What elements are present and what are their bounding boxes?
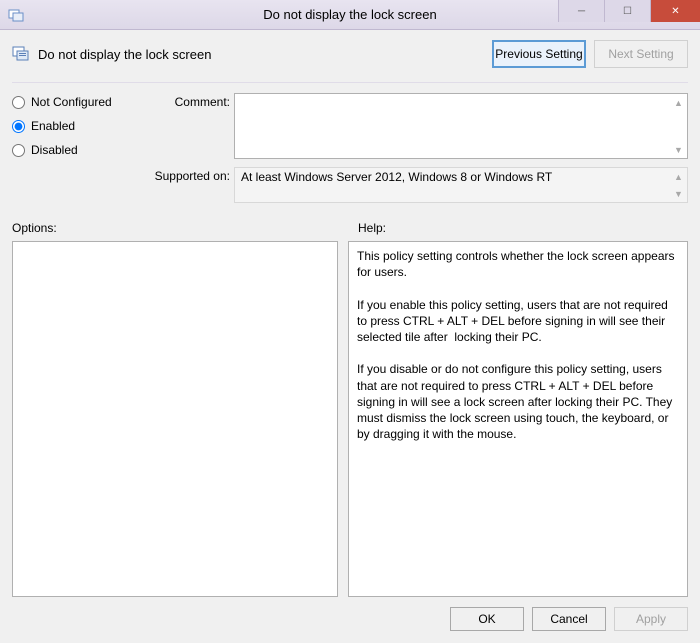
radio-enabled-input[interactable] xyxy=(12,120,25,133)
options-pane xyxy=(12,241,338,597)
radio-not-configured[interactable]: Not Configured xyxy=(12,95,130,109)
divider xyxy=(12,82,688,83)
help-text: This policy setting controls whether the… xyxy=(357,249,678,441)
titlebar: Do not display the lock screen ─ ☐ ✕ xyxy=(0,0,700,30)
window-controls: ─ ☐ ✕ xyxy=(558,0,700,29)
radio-enabled[interactable]: Enabled xyxy=(12,119,130,133)
policy-icon xyxy=(12,45,30,63)
radio-group: Not Configured Enabled Disabled xyxy=(12,93,130,203)
previous-setting-button[interactable]: Previous Setting xyxy=(492,40,586,68)
close-button[interactable]: ✕ xyxy=(650,0,700,22)
scroll-up-icon[interactable]: ▲ xyxy=(672,96,685,109)
scroll-down-icon[interactable]: ▼ xyxy=(672,143,685,156)
comment-label: Comment: xyxy=(146,93,230,109)
gpo-icon xyxy=(8,7,24,23)
supported-on-text: At least Windows Server 2012, Windows 8 … xyxy=(241,170,552,184)
radio-label: Disabled xyxy=(31,143,78,157)
radio-disabled-input[interactable] xyxy=(12,144,25,157)
help-label: Help: xyxy=(358,221,386,235)
page-title: Do not display the lock screen xyxy=(38,47,211,62)
content: Do not display the lock screen Previous … xyxy=(0,30,700,643)
comment-input[interactable]: ▲ ▼ xyxy=(234,93,688,159)
next-setting-button[interactable]: Next Setting xyxy=(594,40,688,68)
supported-on-box: At least Windows Server 2012, Windows 8 … xyxy=(234,167,688,203)
minimize-button[interactable]: ─ xyxy=(558,0,604,22)
maximize-button[interactable]: ☐ xyxy=(604,0,650,22)
footer: OK Cancel Apply xyxy=(12,597,688,631)
options-label: Options: xyxy=(12,221,330,235)
radio-disabled[interactable]: Disabled xyxy=(12,143,130,157)
radio-not-configured-input[interactable] xyxy=(12,96,25,109)
radio-label: Not Configured xyxy=(31,95,112,109)
help-pane: This policy setting controls whether the… xyxy=(348,241,688,597)
config-row: Not Configured Enabled Disabled Comment:… xyxy=(12,93,688,203)
window-title: Do not display the lock screen xyxy=(263,7,436,22)
cancel-button[interactable]: Cancel xyxy=(532,607,606,631)
scroll-up-icon[interactable]: ▲ xyxy=(672,170,685,183)
scroll-down-icon[interactable]: ▼ xyxy=(672,187,685,200)
apply-button[interactable]: Apply xyxy=(614,607,688,631)
ok-button[interactable]: OK xyxy=(450,607,524,631)
supported-label: Supported on: xyxy=(146,167,230,183)
radio-label: Enabled xyxy=(31,119,75,133)
header-row: Do not display the lock screen Previous … xyxy=(12,40,688,78)
